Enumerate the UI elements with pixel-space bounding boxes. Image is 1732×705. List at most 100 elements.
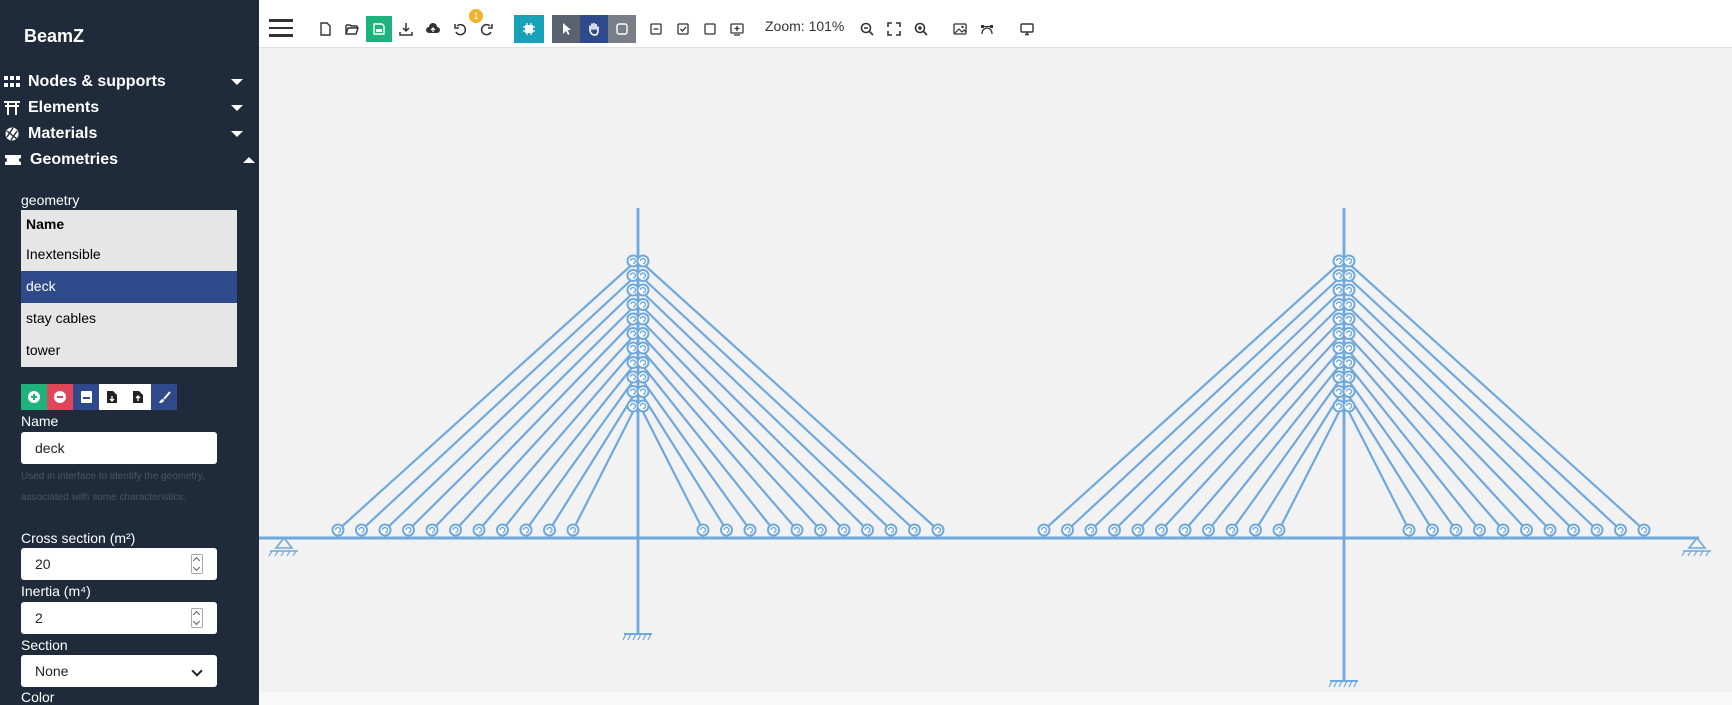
stay-cable — [407, 303, 637, 531]
node-marker — [1061, 523, 1074, 537]
section-nodes-supports[interactable]: Nodes & supports — [0, 69, 259, 95]
select-tool-button[interactable] — [552, 15, 580, 43]
drawing-canvas[interactable] — [259, 48, 1732, 690]
node-marker — [1342, 283, 1356, 297]
node-marker — [543, 523, 556, 537]
node-marker — [636, 399, 650, 413]
chevron-down-icon — [231, 105, 243, 111]
number-spinner[interactable] — [191, 608, 203, 628]
empty-square-button[interactable] — [697, 16, 723, 42]
inertia-input[interactable]: 2 — [21, 602, 217, 634]
remove-button[interactable] — [47, 384, 73, 410]
remove-icon — [54, 391, 66, 403]
cloud-upload-icon — [426, 23, 440, 33]
cursor-icon — [563, 23, 571, 35]
stay-cable — [639, 260, 939, 531]
cross-section-input[interactable]: 20 — [21, 548, 217, 580]
undo-button[interactable] — [447, 16, 473, 42]
snap-button[interactable] — [514, 15, 544, 43]
section-label: Elements — [28, 99, 100, 116]
add-button[interactable] — [21, 384, 47, 410]
name-hint: Used in interface to identify the geomet… — [21, 471, 205, 503]
node-marker — [1342, 385, 1356, 398]
chip-icon — [523, 23, 535, 35]
monitor-icon — [1020, 23, 1034, 36]
section-label: Geometries — [30, 151, 119, 168]
section-materials[interactable]: Materials — [0, 121, 259, 147]
node-marker — [1342, 298, 1356, 311]
new-file-button[interactable] — [312, 16, 338, 42]
node-marker — [1614, 523, 1627, 537]
node-marker — [1567, 523, 1580, 537]
node-marker — [566, 523, 580, 537]
stay-cable — [1345, 376, 1457, 531]
import-file-button[interactable] — [99, 384, 125, 410]
list-item[interactable]: tower — [21, 335, 237, 367]
section-geometries[interactable]: Geometries — [0, 147, 259, 173]
node-marker — [1342, 254, 1356, 268]
stay-cable — [639, 318, 845, 531]
cloud-upload-button[interactable] — [420, 16, 446, 42]
save-button[interactable] — [366, 16, 392, 42]
box-select-button[interactable] — [608, 15, 636, 43]
node-marker — [1178, 523, 1192, 537]
node-marker — [1342, 312, 1356, 326]
geometry-actions — [21, 384, 177, 410]
stay-cable — [572, 405, 637, 531]
export-image-button[interactable] — [947, 16, 973, 42]
node-marker — [1249, 523, 1262, 537]
number-spinner[interactable] — [191, 554, 203, 574]
node-marker — [908, 523, 921, 537]
node-marker — [1590, 523, 1604, 537]
add-box-icon — [730, 23, 744, 36]
check-square-button[interactable] — [670, 16, 696, 42]
bezier-button[interactable] — [974, 16, 1000, 42]
save-button[interactable] — [73, 384, 99, 410]
stay-cable — [1345, 274, 1622, 531]
brush-button[interactable] — [151, 384, 177, 410]
cross-section-label: Cross section (m²) — [21, 530, 136, 546]
stay-cable — [360, 274, 637, 531]
list-item[interactable]: Inextensible — [21, 239, 237, 271]
stay-cable — [1184, 347, 1343, 531]
fit-screen-button[interactable] — [881, 16, 907, 42]
node-marker — [1155, 523, 1168, 537]
node-marker — [636, 356, 650, 369]
add-icon — [28, 391, 40, 403]
pan-tool-button[interactable] — [580, 15, 608, 43]
stay-cable — [639, 405, 704, 531]
stay-cable — [337, 260, 637, 531]
section-select[interactable]: None — [21, 655, 217, 687]
grid-icon — [4, 76, 20, 87]
horizontal-scrollbar[interactable] — [259, 692, 1732, 705]
node-marker — [1084, 523, 1098, 537]
node-marker — [1131, 523, 1145, 537]
name-input[interactable]: deck — [21, 432, 217, 464]
empty-square-icon — [704, 23, 716, 35]
node-marker — [1426, 523, 1439, 537]
node-marker — [1342, 327, 1356, 340]
minus-square-button[interactable] — [643, 16, 669, 42]
download-button[interactable] — [393, 16, 419, 42]
zoom-out-button[interactable] — [854, 16, 880, 42]
zoom-in-button[interactable] — [908, 16, 934, 42]
stay-cable — [639, 347, 798, 531]
menu-icon[interactable] — [269, 19, 293, 39]
node-marker — [636, 269, 650, 282]
app-title: BeamZ — [24, 26, 85, 46]
undo-icon — [454, 23, 467, 36]
node-marker — [1402, 523, 1416, 537]
export-file-icon — [133, 391, 143, 403]
list-item-selected[interactable]: deck — [21, 271, 237, 303]
geometry-list[interactable]: Name Inextensible deck stay cables tower — [21, 210, 237, 367]
section-elements[interactable]: Elements — [0, 95, 259, 121]
add-box-button[interactable] — [724, 16, 750, 42]
redo-button[interactable] — [474, 16, 500, 42]
export-file-button[interactable] — [125, 384, 151, 410]
display-button[interactable] — [1014, 16, 1040, 42]
node-marker — [1342, 269, 1356, 282]
node-marker — [1342, 341, 1356, 355]
open-folder-button[interactable] — [339, 16, 365, 42]
chevron-down-icon — [231, 79, 243, 85]
list-item[interactable]: stay cables — [21, 303, 237, 335]
